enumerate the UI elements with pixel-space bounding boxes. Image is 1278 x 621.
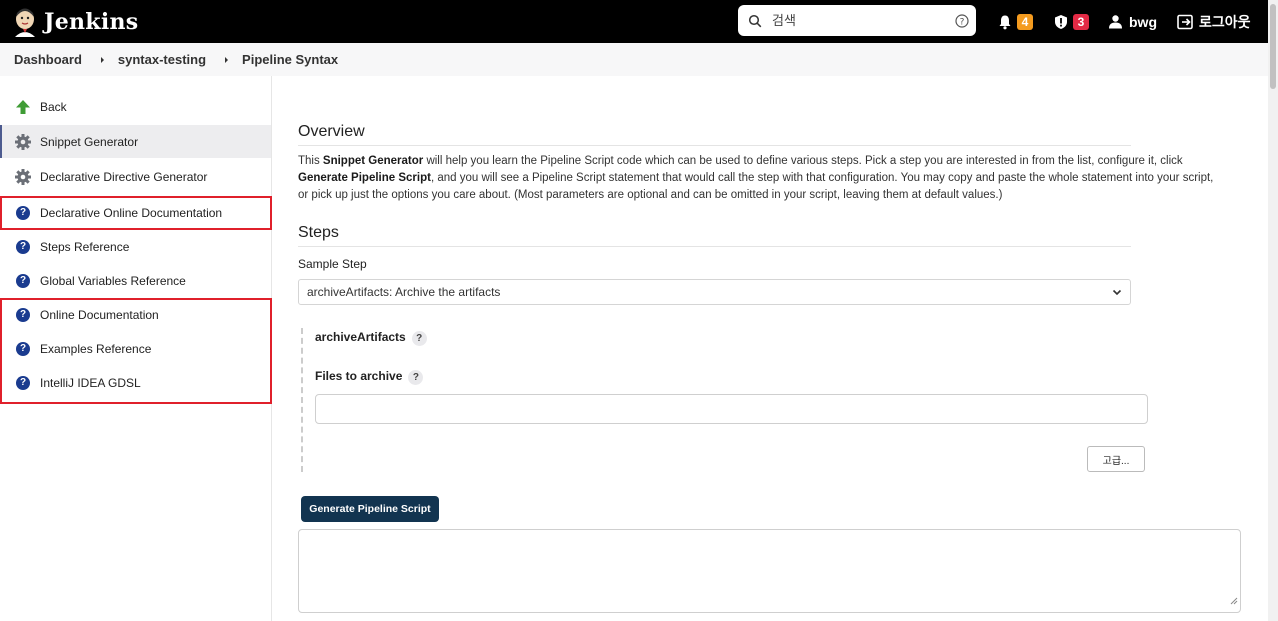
scrollbar-thumb[interactable]	[1270, 4, 1276, 89]
search-box[interactable]: ?	[738, 5, 976, 36]
jenkins-logo[interactable]: Jenkins	[12, 7, 138, 37]
search-input[interactable]	[772, 13, 955, 28]
sample-step-select[interactable]: archiveArtifacts: Archive the artifacts	[298, 279, 1131, 305]
user-icon	[1109, 15, 1122, 29]
sidebar: Back Snippet Generator Declarative Direc…	[0, 76, 272, 621]
sidebar-item-steps-reference[interactable]: ? Steps Reference	[0, 230, 271, 263]
generate-pipeline-script-button[interactable]: Generate Pipeline Script	[301, 496, 439, 522]
user-name: bwg	[1129, 13, 1157, 30]
notifications-badge: 4	[1017, 13, 1033, 30]
sidebar-item-snippet-generator[interactable]: Snippet Generator	[0, 125, 271, 158]
sidebar-item-label: Steps Reference	[40, 239, 130, 254]
help-icon[interactable]: ?	[408, 370, 424, 385]
logout-button[interactable]: 로그아웃	[1177, 0, 1251, 43]
search-help-icon[interactable]: ?	[955, 13, 969, 28]
step-name-label: archiveArtifacts?	[315, 330, 427, 346]
sidebar-item-declarative-directive-generator[interactable]: Declarative Directive Generator	[0, 160, 271, 193]
sidebar-item-label: Global Variables Reference	[40, 273, 186, 288]
logo-text: Jenkins	[44, 8, 139, 35]
security-badge: 3	[1073, 13, 1089, 30]
jenkins-butler-icon	[15, 8, 35, 37]
sidebar-item-label: Snippet Generator	[40, 134, 139, 149]
sidebar-item-label: Declarative Directive Generator	[40, 169, 208, 184]
vertical-scrollbar[interactable]	[1268, 0, 1278, 621]
sample-step-label: Sample Step	[298, 257, 367, 271]
sidebar-item-back[interactable]: Back	[0, 90, 271, 123]
logout-icon	[1177, 14, 1193, 29]
help-circle-icon: ?	[16, 273, 30, 288]
highlight-box-reference-links	[0, 298, 272, 404]
bell-icon	[999, 15, 1011, 29]
step-config-divider	[301, 328, 303, 472]
gear-icon	[14, 133, 32, 151]
breadcrumb-separator-icon	[225, 56, 229, 63]
top-header: Jenkins ? 4 3 bwg 로그아웃	[0, 0, 1268, 43]
advanced-button[interactable]: 고급...	[1087, 446, 1145, 472]
generated-script-textarea[interactable]	[298, 529, 1241, 613]
resize-handle-icon[interactable]	[1230, 592, 1238, 610]
highlight-box-declarative-docs	[0, 196, 272, 230]
up-arrow-icon	[14, 98, 32, 116]
logout-label: 로그아웃	[1199, 13, 1251, 30]
svg-text:?: ?	[960, 17, 965, 27]
files-to-archive-input[interactable]	[315, 394, 1148, 424]
breadcrumb-pipeline-syntax[interactable]: Pipeline Syntax	[242, 52, 338, 67]
steps-heading: Steps	[298, 224, 1131, 247]
security-button[interactable]: 3	[1053, 0, 1089, 43]
breadcrumb-separator-icon	[100, 56, 104, 63]
overview-heading: Overview	[298, 123, 1131, 146]
sidebar-item-label: Back	[40, 99, 67, 114]
files-to-archive-label: Files to archive?	[315, 369, 424, 385]
notifications-button[interactable]: 4	[997, 0, 1033, 43]
search-icon	[748, 14, 762, 28]
help-circle-icon: ?	[16, 239, 30, 254]
sample-step-value: archiveArtifacts: Archive the artifacts	[307, 285, 501, 299]
gear-icon	[14, 168, 32, 186]
sidebar-item-global-variables-reference[interactable]: ? Global Variables Reference	[0, 264, 271, 297]
breadcrumb-syntax-testing[interactable]: syntax-testing	[118, 52, 206, 67]
breadcrumb: Dashboard syntax-testing Pipeline Syntax	[0, 43, 1268, 76]
user-menu[interactable]: bwg	[1108, 0, 1157, 43]
help-icon[interactable]: ?	[411, 331, 427, 346]
overview-description: This Snippet Generator will help you lea…	[298, 155, 1214, 201]
breadcrumb-dashboard[interactable]: Dashboard	[14, 52, 82, 67]
chevron-down-icon	[1111, 286, 1123, 298]
shield-alert-icon	[1055, 14, 1067, 29]
